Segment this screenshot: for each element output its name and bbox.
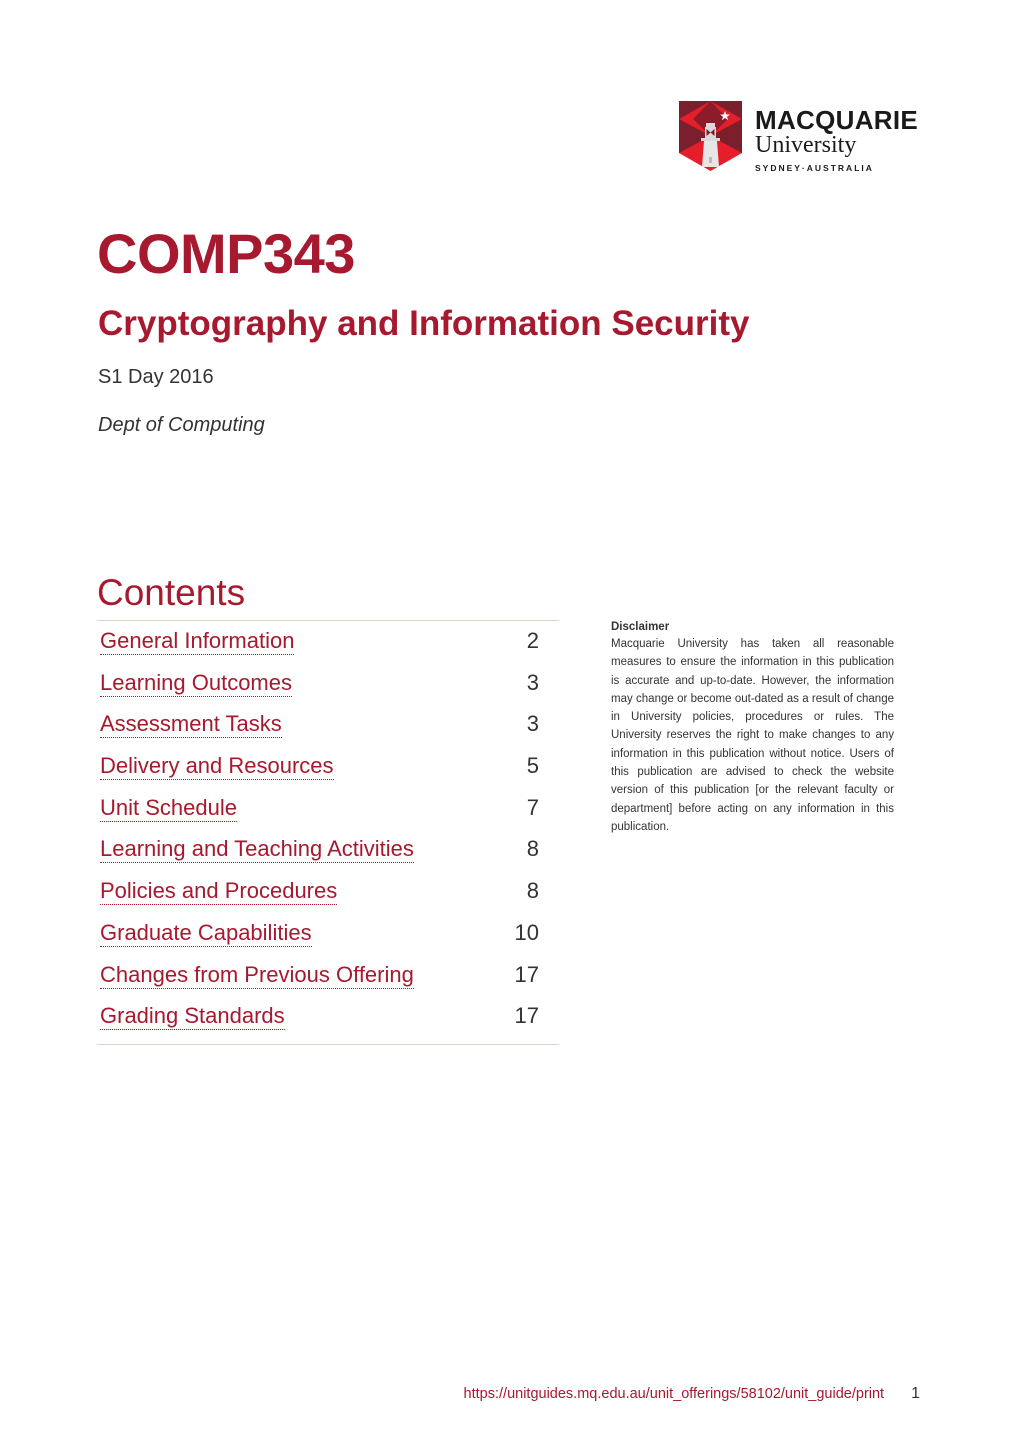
page-footer: https://unitguides.mq.edu.au/unit_offeri… <box>464 1385 920 1403</box>
toc-link-assessment-tasks[interactable]: Assessment Tasks <box>100 712 282 739</box>
table-of-contents: General Information 2 Learning Outcomes … <box>97 620 559 1046</box>
toc-link-general-information[interactable]: General Information <box>100 629 295 655</box>
department: Dept of Computing <box>98 414 265 436</box>
toc-row: Grading Standards 17 <box>97 1004 559 1034</box>
page-number: 1 <box>911 1385 920 1402</box>
toc-page-number: 8 <box>526 878 539 904</box>
macquarie-shield-icon <box>679 101 742 171</box>
toc-row: Delivery and Resources 5 <box>97 754 559 796</box>
disclaimer-title: Disclaimer <box>611 621 670 633</box>
logo-location: SYDNEY·AUSTRALIA <box>755 163 874 173</box>
toc-page-number: 3 <box>526 711 539 737</box>
toc-row: Unit Schedule 7 <box>97 794 559 838</box>
toc-link-policies-and-procedures[interactable]: Policies and Procedures <box>100 879 338 906</box>
toc-page-number: 5 <box>526 753 539 779</box>
toc-link-delivery-and-resources[interactable]: Delivery and Resources <box>100 754 334 781</box>
course-code: COMP343 <box>97 222 355 285</box>
toc-link-learning-outcomes[interactable]: Learning Outcomes <box>100 670 292 697</box>
offering-session: S1 Day 2016 <box>98 366 214 388</box>
contents-heading: Contents <box>97 572 246 613</box>
toc-link-grading-standards[interactable]: Grading Standards <box>100 1004 285 1031</box>
toc-link-learning-and-teaching-activities[interactable]: Learning and Teaching Activities <box>100 837 414 864</box>
toc-row: Learning and Teaching Activities 8 <box>97 837 559 879</box>
toc-link-unit-schedule[interactable]: Unit Schedule <box>100 795 237 822</box>
disclaimer-text: Macquarie University has taken all reaso… <box>611 638 894 833</box>
toc-row: General Information 2 <box>97 629 559 671</box>
toc-row: Graduate Capabilities 10 <box>97 919 559 963</box>
toc-page-number: 8 <box>526 836 539 862</box>
toc-page-number: 2 <box>526 628 539 653</box>
toc-page-number: 7 <box>526 794 539 820</box>
toc-row: Policies and Procedures 8 <box>97 879 559 921</box>
disclaimer: Disclaimer Macquarie University has take… <box>611 619 894 836</box>
toc-row: Assessment Tasks 3 <box>97 712 559 754</box>
toc-page-number: 17 <box>514 961 539 987</box>
logo-subtitle: University <box>755 132 857 158</box>
toc-page-number: 10 <box>514 919 539 945</box>
toc-link-changes-from-previous-offering[interactable]: Changes from Previous Offering <box>100 962 414 989</box>
macquarie-logo: MACQUARIE University SYDNEY·AUSTRALIA <box>679 101 924 173</box>
toc-row: Changes from Previous Offering 17 <box>97 961 559 1005</box>
logo-name: MACQUARIE <box>755 105 919 135</box>
footer-url-link[interactable]: https://unitguides.mq.edu.au/unit_offeri… <box>464 1386 885 1402</box>
toc-page-number: 3 <box>526 669 539 695</box>
course-title: Cryptography and Information Security <box>98 304 750 343</box>
toc-page-number: 17 <box>514 1003 539 1029</box>
toc-row: Learning Outcomes 3 <box>97 669 559 713</box>
toc-link-graduate-capabilities[interactable]: Graduate Capabilities <box>100 920 312 947</box>
